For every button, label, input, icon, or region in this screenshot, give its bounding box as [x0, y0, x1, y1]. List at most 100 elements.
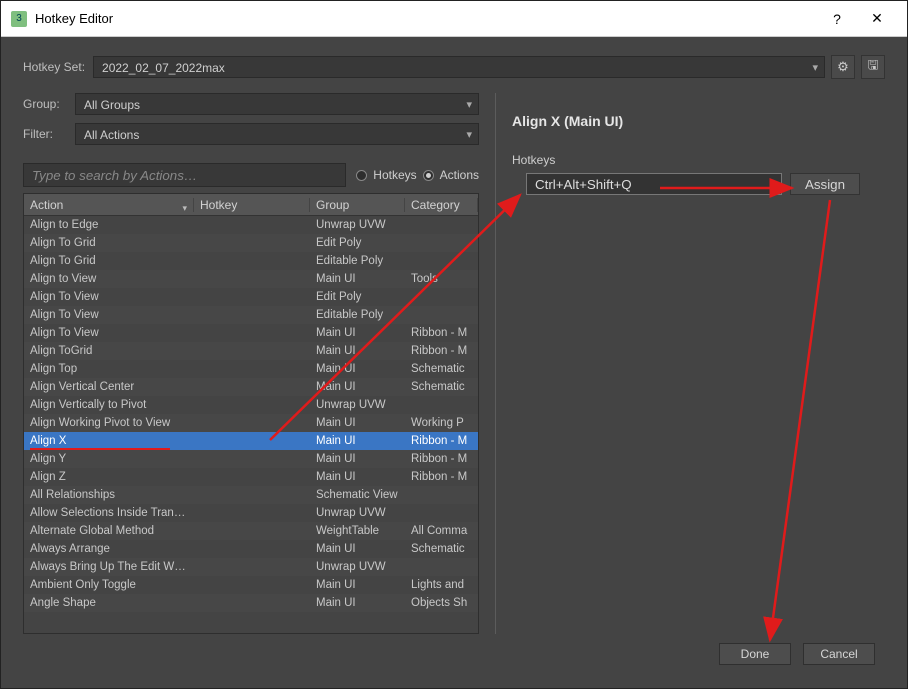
table-cell: Main UI: [310, 543, 405, 555]
table-cell: Tools: [405, 273, 478, 285]
table-cell: Always Bring Up The Edit Window: [24, 561, 194, 573]
group-label: Group:: [23, 97, 67, 111]
pane-divider[interactable]: [495, 93, 496, 634]
hotkey-set-row: Hotkey Set: 2022_02_07_2022max ⚙ 🖫: [23, 55, 885, 79]
table-row[interactable]: Always Bring Up The Edit Window Unwrap UV…: [24, 558, 478, 576]
table-row[interactable]: Align YMain UIRibbon - M: [24, 450, 478, 468]
cancel-button[interactable]: Cancel: [803, 643, 875, 665]
table-cell: Main UI: [310, 435, 405, 447]
table-cell: Schematic View: [310, 489, 405, 501]
col-hotkey-header[interactable]: Hotkey: [194, 198, 310, 212]
table-cell: Ribbon - M: [405, 327, 478, 339]
table-cell: Align To View: [24, 327, 194, 339]
table-cell: Align Working Pivot to View: [24, 417, 194, 429]
hotkey-set-dropdown[interactable]: 2022_02_07_2022max: [93, 56, 825, 78]
table-header: Action ▾ Hotkey Group Category: [24, 194, 478, 216]
table-row[interactable]: Align XMain UIRibbon - M: [24, 432, 478, 450]
table-cell: Align to View: [24, 273, 194, 285]
radio-actions[interactable]: [423, 170, 434, 181]
radio-actions-label: Actions: [440, 168, 479, 182]
table-row[interactable]: All RelationshipsSchematic View: [24, 486, 478, 504]
table-cell: Align Y: [24, 453, 194, 465]
table-cell: Main UI: [310, 471, 405, 483]
table-cell: Ribbon - M: [405, 471, 478, 483]
save-icon: 🖫: [867, 56, 878, 78]
table-cell: Main UI: [310, 381, 405, 393]
table-cell: Align Top: [24, 363, 194, 375]
table-cell: Schematic: [405, 543, 478, 555]
table-cell: Align X: [24, 435, 194, 447]
table-row[interactable]: Align To View Editable Poly: [24, 306, 478, 324]
table-row[interactable]: Align to Edge Unwrap UVW: [24, 216, 478, 234]
filter-dropdown[interactable]: All Actions: [75, 123, 479, 145]
table-cell: Edit Poly: [310, 237, 405, 249]
table-cell: Align To Grid: [24, 255, 194, 267]
table-cell: Always Arrange: [24, 543, 194, 555]
search-input[interactable]: [23, 163, 346, 187]
table-cell: Align To View: [24, 309, 194, 321]
table-row[interactable]: Align to View Main UITools: [24, 270, 478, 288]
table-row[interactable]: Ambient Only ToggleMain UILights and: [24, 576, 478, 594]
gear-icon: ⚙: [837, 59, 849, 75]
table-cell: Allow Selections Inside Tranform …: [24, 507, 194, 519]
actions-table: Action ▾ Hotkey Group Category Align to …: [23, 193, 479, 634]
hotkey-input[interactable]: [526, 173, 782, 195]
table-cell: Align Z: [24, 471, 194, 483]
detail-title: Align X (Main UI): [512, 113, 885, 129]
right-pane: Align X (Main UI) Hotkeys Assign: [512, 93, 885, 634]
table-cell: Main UI: [310, 345, 405, 357]
table-cell: Working P: [405, 417, 478, 429]
table-cell: Align To View: [24, 291, 194, 303]
table-row[interactable]: Always Arrange Main UISchematic: [24, 540, 478, 558]
table-cell: Align to Edge: [24, 219, 194, 231]
table-row[interactable]: Align To ViewEdit Poly: [24, 288, 478, 306]
window-title: Hotkey Editor: [35, 11, 113, 26]
table-row[interactable]: Align Vertically to Pivot Unwrap UVW: [24, 396, 478, 414]
table-body[interactable]: Align to EdgeUnwrap UVWAlign To GridEdit…: [24, 216, 478, 633]
col-category-header[interactable]: Category: [405, 198, 478, 212]
table-cell: Main UI: [310, 453, 405, 465]
table-cell: Objects Sh: [405, 597, 478, 609]
table-cell: Unwrap UVW: [310, 219, 405, 231]
filter-label: Filter:: [23, 127, 67, 141]
table-cell: Unwrap UVW: [310, 561, 405, 573]
col-group-header[interactable]: Group: [310, 198, 405, 212]
table-row[interactable]: Allow Selections Inside Tranform … Unwrap…: [24, 504, 478, 522]
table-cell: Unwrap UVW: [310, 507, 405, 519]
table-cell: Lights and: [405, 579, 478, 591]
table-row[interactable]: Angle ShapeMain UIObjects Sh: [24, 594, 478, 612]
radio-hotkeys[interactable]: [356, 170, 367, 181]
left-pane: Group: All Groups Filter: All Actions Ho…: [23, 93, 479, 634]
table-cell: Main UI: [310, 363, 405, 375]
table-row[interactable]: Align To Grid Edit Poly: [24, 234, 478, 252]
help-button[interactable]: ?: [817, 1, 857, 37]
table-cell: Unwrap UVW: [310, 399, 405, 411]
settings-button[interactable]: ⚙: [831, 55, 855, 79]
table-cell: Alternate Global Method: [24, 525, 194, 537]
table-cell: Main UI: [310, 597, 405, 609]
panes: Group: All Groups Filter: All Actions Ho…: [23, 93, 885, 634]
table-row[interactable]: Align Working Pivot to View Main UIWorkin…: [24, 414, 478, 432]
table-row[interactable]: Align To GridEditable Poly: [24, 252, 478, 270]
table-row[interactable]: Align Vertical CenterMain UISchematic: [24, 378, 478, 396]
group-dropdown[interactable]: All Groups: [75, 93, 479, 115]
table-row[interactable]: Align ToGridMain UIRibbon - M: [24, 342, 478, 360]
table-row[interactable]: Align Z Main UIRibbon - M: [24, 468, 478, 486]
close-button[interactable]: ✕: [857, 1, 897, 37]
table-cell: Editable Poly: [310, 309, 405, 321]
table-cell: Align Vertically to Pivot: [24, 399, 194, 411]
table-cell: Ambient Only Toggle: [24, 579, 194, 591]
table-cell: Align To Grid: [24, 237, 194, 249]
sort-indicator-icon: ▾: [182, 203, 187, 214]
assign-button[interactable]: Assign: [790, 173, 860, 195]
col-action-header[interactable]: Action ▾: [24, 198, 194, 212]
table-cell: Main UI: [310, 417, 405, 429]
dialog-content: Hotkey Set: 2022_02_07_2022max ⚙ 🖫 Group…: [1, 37, 907, 688]
table-row[interactable]: Align TopMain UISchematic: [24, 360, 478, 378]
table-cell: Main UI: [310, 273, 405, 285]
table-row[interactable]: Alternate Global MethodWeightTableAll Co…: [24, 522, 478, 540]
table-row[interactable]: Align To ViewMain UIRibbon - M: [24, 324, 478, 342]
save-button[interactable]: 🖫: [861, 55, 885, 79]
table-cell: Ribbon - M: [405, 345, 478, 357]
done-button[interactable]: Done: [719, 643, 791, 665]
